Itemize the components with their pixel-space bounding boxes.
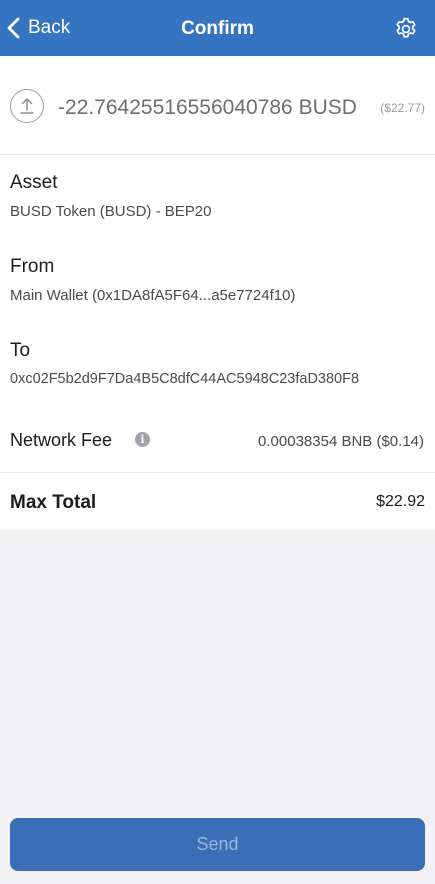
network-fee-value: 0.00038354 BNB ($0.14) bbox=[258, 433, 424, 450]
send-button[interactable]: Send bbox=[10, 818, 425, 871]
confirm-details-panel: -22.76425516556040786 BUSD ($22.77) Asse… bbox=[0, 56, 435, 530]
amount-row: -22.76425516556040786 BUSD ($22.77) bbox=[0, 56, 435, 155]
asset-value: BUSD Token (BUSD) - BEP20 bbox=[10, 203, 212, 220]
from-label: From bbox=[10, 256, 55, 277]
max-total-value: $22.92 bbox=[376, 493, 425, 510]
network-fee-row: Network Fee i 0.00038354 BNB ($0.14) bbox=[0, 414, 435, 473]
page-title: Confirm bbox=[181, 18, 254, 39]
navigation-bar: Back Confirm bbox=[0, 0, 435, 56]
to-address: 0xc02F5b2d9F7Da4B5C8dfC44AC5948C23faD380… bbox=[10, 371, 360, 387]
from-value: Main Wallet (0x1DA8fA5F64...a5e7724f10) bbox=[10, 287, 296, 304]
upload-arrow-icon bbox=[10, 89, 44, 123]
network-fee-label: Network Fee bbox=[10, 430, 113, 450]
transfer-amount-usd: ($22.77) bbox=[380, 101, 425, 115]
info-icon[interactable]: i bbox=[135, 432, 150, 447]
transfer-amount: -22.76425516556040786 BUSD bbox=[58, 96, 357, 119]
max-total-label: Max Total bbox=[10, 492, 97, 513]
gear-icon[interactable] bbox=[393, 16, 419, 42]
asset-label: Asset bbox=[10, 172, 58, 193]
to-label: To bbox=[10, 340, 31, 361]
